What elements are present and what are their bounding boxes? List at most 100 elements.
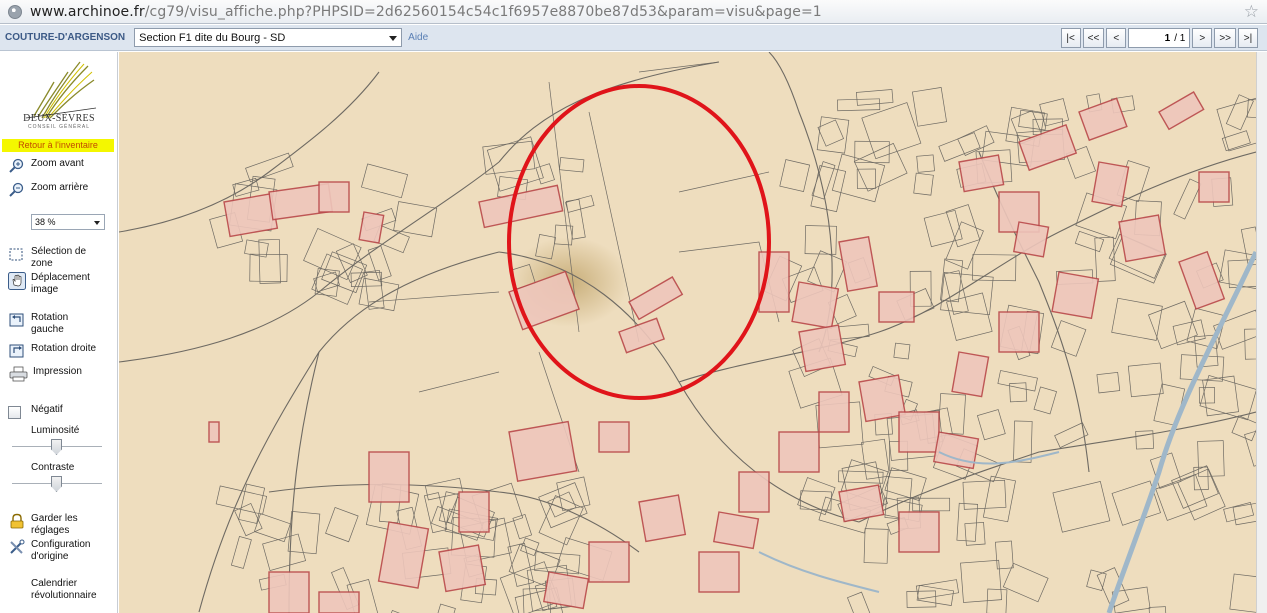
logo-subtitle: CONSEIL GÉNÉRAL — [27, 124, 91, 130]
zoom-out-label: Zoom arrière — [31, 182, 89, 193]
map-parcel-25 — [898, 411, 940, 453]
tools-sidebar: DEUX-SÈVRES CONSEIL GÉNÉRAL Retour à l'i… — [0, 52, 118, 613]
negative-checkbox[interactable] — [8, 405, 21, 419]
fast-previous-button[interactable]: << — [1082, 28, 1105, 48]
map-parcel-0 — [223, 192, 279, 238]
marquee-select-icon — [9, 248, 23, 261]
negative-checkbox-wrap — [8, 404, 26, 420]
url-path: /cg79/visu_affiche.php?PHPSID=2d62560154… — [144, 3, 822, 20]
map-parcel-45 — [1012, 221, 1050, 258]
map-parcel-47 — [1198, 171, 1230, 203]
map-parcel-43 — [838, 484, 885, 523]
back-to-inventory-link[interactable]: Retour à l'inventaire — [2, 139, 114, 152]
printer-icon — [9, 366, 28, 382]
deux-sevres-logo-icon — [25, 61, 97, 119]
help-link[interactable]: Aide — [408, 32, 428, 43]
print-tool[interactable]: Impression — [8, 366, 82, 382]
browser-address-bar[interactable]: www.archinoe.fr/cg79/visu_affiche.php?PH… — [0, 0, 1267, 24]
map-parcel-3 — [358, 211, 385, 244]
cadastral-map-image[interactable] — [119, 52, 1256, 613]
bookmark-star-icon[interactable]: ☆ — [1244, 2, 1259, 22]
previous-page-button[interactable]: < — [1106, 28, 1127, 48]
section-select-value: Section F1 dite du Bourg - SD — [139, 31, 286, 44]
contrast-slider[interactable] — [12, 476, 102, 492]
rotate-right-icon — [9, 344, 24, 358]
map-parcel-11 — [878, 291, 915, 323]
map-parcel-2 — [318, 181, 350, 213]
last-page-button[interactable]: >| — [1238, 28, 1258, 48]
page-navigator: |< << < 1 / 1 > >> >| — [1060, 28, 1258, 48]
map-parcel-41 — [268, 571, 310, 613]
pan-image-label: Déplacement image — [31, 272, 90, 295]
zoom-in-tool[interactable]: Zoom avant — [8, 158, 84, 174]
fast-next-button[interactable]: >> — [1214, 28, 1236, 48]
commune-name: COUTURE-D'ARGENSON — [5, 32, 126, 43]
magnifier-minus-icon — [9, 182, 24, 197]
vertical-scrollbar[interactable] — [1256, 52, 1267, 613]
section-select[interactable]: Section F1 dite du Bourg - SD — [134, 28, 403, 47]
zoom-out-tool[interactable]: Zoom arrière — [8, 182, 88, 198]
url-text[interactable]: www.archinoe.fr/cg79/visu_affiche.php?PH… — [30, 4, 822, 20]
zoom-level-value: 38 % — [35, 217, 56, 227]
chevron-down-icon — [389, 36, 398, 41]
calendar-spacer — [8, 578, 26, 594]
map-parcel-44 — [898, 511, 940, 553]
select-zone-tool[interactable]: Sélection de zone — [8, 246, 101, 270]
map-parcel-23 — [818, 391, 850, 433]
zoom-level-select[interactable]: 38 % — [31, 214, 105, 230]
map-parcel-35 — [598, 421, 630, 453]
rotate-left-tool[interactable]: Rotation gauche — [8, 312, 101, 336]
calendar-label: Calendrier révolutionnaire — [31, 578, 97, 601]
map-parcel-31 — [638, 494, 687, 543]
rotate-right-label: Rotation droite — [31, 343, 97, 354]
brightness-label: Luminosité — [31, 425, 80, 436]
map-parcel-34 — [508, 420, 578, 483]
padlock-icon — [10, 513, 24, 529]
map-parcel-28 — [738, 471, 770, 513]
map-parcel-30 — [698, 551, 740, 593]
chevron-down-icon — [94, 221, 100, 225]
contrast-thumb[interactable] — [51, 476, 62, 492]
negative-toggle[interactable]: Négatif — [8, 404, 63, 420]
url-host: www.archinoe.fr — [30, 3, 145, 20]
viewer-toolbar: COUTURE-D'ARGENSON Section F1 dite du Bo… — [0, 25, 1267, 51]
map-parcel-17 — [1118, 214, 1167, 263]
rotate-right-tool[interactable]: Rotation droite — [8, 343, 96, 359]
current-page: 1 — [1164, 32, 1171, 44]
map-parcel-16 — [1091, 161, 1130, 208]
keep-settings-tool[interactable]: Garder les réglages — [8, 513, 101, 537]
hand-pan-icon — [8, 272, 26, 290]
map-parcel-21 — [951, 351, 990, 398]
map-parcel-20 — [998, 311, 1040, 353]
paper-tone — [119, 52, 1256, 613]
map-parcel-40 — [318, 591, 360, 613]
negative-label: Négatif — [31, 404, 63, 415]
map-parcel-38 — [438, 544, 487, 593]
total-pages: / 1 — [1174, 32, 1186, 44]
brightness-thumb[interactable] — [51, 439, 62, 455]
map-parcel-27 — [778, 431, 820, 473]
page-number-input[interactable]: 1 / 1 — [1128, 28, 1191, 48]
zoom-in-label: Zoom avant — [31, 158, 84, 169]
map-parcel-39 — [458, 491, 490, 533]
contrast-label: Contraste — [31, 462, 75, 473]
map-parcel-9 — [791, 281, 840, 330]
logo-name: DEUX-SÈVRES — [23, 113, 95, 124]
globe-icon — [8, 4, 22, 19]
next-page-button[interactable]: > — [1192, 28, 1213, 48]
map-parcel-32 — [588, 541, 630, 583]
first-page-button[interactable]: |< — [1060, 28, 1081, 48]
map-parcel-12 — [958, 154, 1005, 193]
pan-image-tool[interactable]: Déplacement image — [8, 272, 101, 296]
map-parcel-36 — [368, 451, 410, 503]
keep-settings-label: Garder les réglages — [31, 513, 78, 536]
calendar-tool[interactable]: Calendrier révolutionnaire — [8, 578, 111, 602]
magnifier-plus-icon — [9, 158, 24, 173]
brightness-slider[interactable] — [12, 439, 102, 455]
map-parcel-29 — [712, 511, 760, 550]
tools-icon — [10, 539, 25, 554]
map-parcel-33 — [542, 571, 590, 610]
reset-config-tool[interactable]: Configuration d'origine — [8, 539, 107, 563]
map-parcel-22 — [798, 324, 847, 373]
select-zone-label: Sélection de zone — [31, 246, 87, 269]
